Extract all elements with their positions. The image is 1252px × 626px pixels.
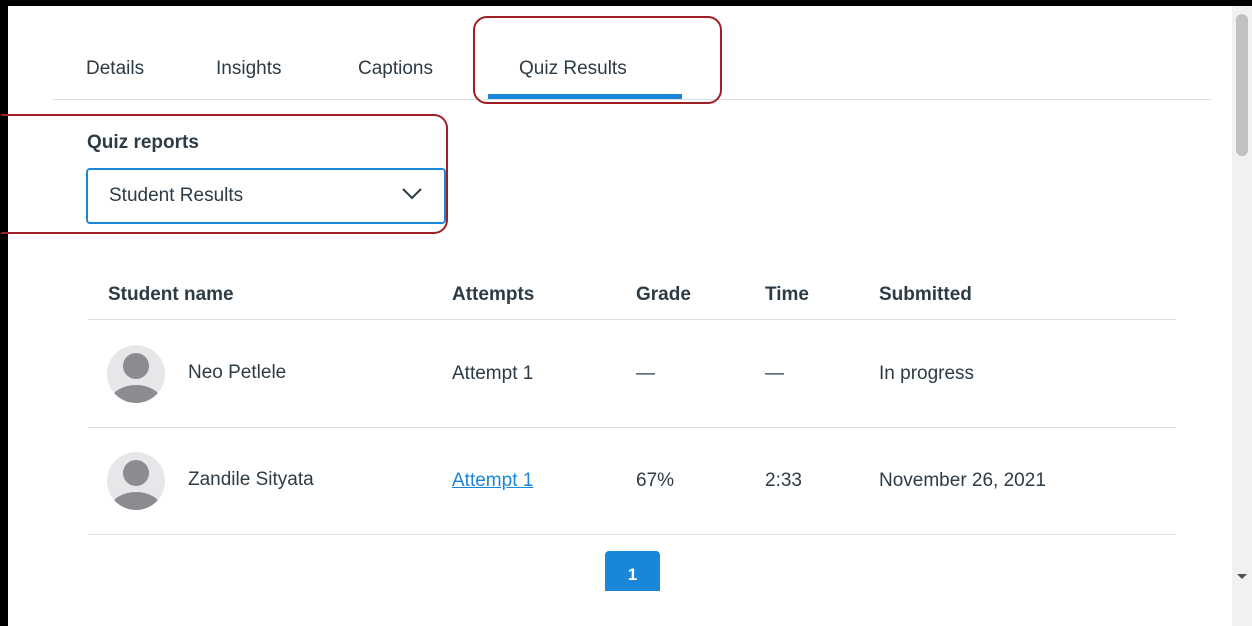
grade-value: — (636, 363, 655, 384)
tab-captions[interactable]: Captions (358, 58, 433, 80)
vertical-scrollbar[interactable] (1232, 6, 1252, 626)
column-header-submitted: Submitted (879, 284, 972, 305)
table-divider (88, 427, 1176, 428)
window-frame-top (0, 0, 1252, 6)
column-header-attempts: Attempts (452, 284, 535, 305)
submitted-value: In progress (879, 363, 975, 384)
tab-details[interactable]: Details (86, 58, 144, 80)
grade-value: 67% (636, 470, 675, 491)
table-divider (88, 319, 1176, 320)
submitted-value: November 26, 2021 (879, 470, 1046, 491)
pagination-page-button[interactable]: 1 (605, 551, 660, 591)
column-header-grade: Grade (636, 284, 691, 305)
time-value: — (765, 363, 784, 384)
column-header-student-name: Student name (108, 284, 234, 305)
column-header-time: Time (765, 284, 810, 305)
student-name[interactable]: Zandile Sityata (188, 469, 314, 491)
annotation-highlight-tab (473, 16, 722, 104)
attempt-link[interactable]: Attempt 1 (452, 470, 533, 492)
attempt-label: Attempt 1 (452, 363, 534, 384)
scrollbar-thumb[interactable] (1236, 14, 1248, 156)
student-name[interactable]: Neo Petlele (188, 362, 286, 384)
time-value: 2:33 (765, 470, 802, 491)
user-icon (111, 460, 161, 510)
scroll-down-arrow-icon[interactable] (1237, 574, 1247, 579)
table-divider (88, 534, 1176, 535)
annotation-highlight-select (0, 114, 448, 234)
tab-insights[interactable]: Insights (216, 58, 281, 80)
user-icon (111, 353, 161, 403)
window-frame-left (0, 0, 8, 626)
avatar (107, 345, 165, 403)
avatar (107, 452, 165, 510)
